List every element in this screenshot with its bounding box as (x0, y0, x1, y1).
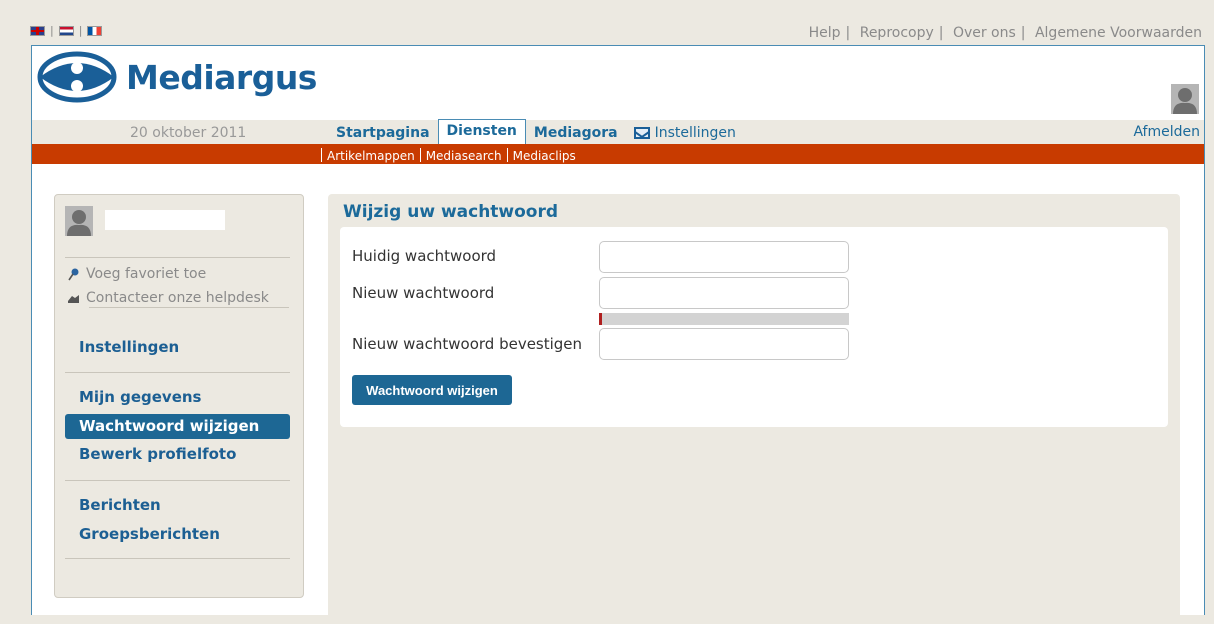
terms-link[interactable]: Algemene Voorwaarden (1035, 25, 1202, 41)
main-nav: 20 oktober 2011 Startpagina Diensten Med… (32, 119, 1204, 144)
user-area (1047, 84, 1199, 114)
sub-nav: Artikelmappen Mediasearch Mediaclips (32, 144, 1204, 164)
confirm-password-label: Nieuw wachtwoord bevestigen (352, 335, 583, 353)
user-name-redacted (1047, 92, 1167, 106)
content-area: Wijzig uw wachtwoord Huidig wachtwoord N… (328, 194, 1180, 624)
french-flag-icon[interactable] (87, 25, 103, 36)
confirm-password-input[interactable] (599, 328, 849, 360)
sidebar-item-groepsberichten[interactable]: Groepsberichten (65, 522, 290, 547)
sidebar-item-bewerk-profielfoto[interactable]: Bewerk profielfoto (65, 442, 290, 467)
sidebar-item-mijn-gegevens[interactable]: Mijn gegevens (65, 385, 290, 410)
help-link[interactable]: Help (809, 25, 841, 41)
current-password-input[interactable] (599, 241, 849, 273)
tab-instellingen[interactable]: Instellingen (626, 122, 744, 144)
tab-instellingen-label: Instellingen (654, 125, 736, 141)
subnav-mediaclips[interactable]: Mediaclips (510, 149, 579, 163)
password-strength-meter (599, 313, 849, 325)
subnav-mediasearch[interactable]: Mediasearch (423, 149, 505, 163)
about-link[interactable]: Over ons (953, 25, 1016, 41)
avatar[interactable] (1171, 84, 1199, 114)
current-password-label: Huidig wachtwoord (352, 247, 497, 265)
tab-startpagina[interactable]: Startpagina (328, 122, 438, 144)
main-shell: Mediargus 20 oktober 2011 Startpagina Di… (31, 45, 1205, 624)
add-favorite-link[interactable]: Voeg favoriet toe (67, 266, 206, 282)
new-password-label: Nieuw wachtwoord (352, 284, 495, 302)
password-strength-fill (599, 313, 602, 325)
brand-name: Mediargus (126, 57, 317, 97)
top-links: Help | Reprocopy | Over ons | Algemene Voor… (808, 25, 1202, 41)
add-favorite-label: Voeg favoriet toe (86, 266, 207, 282)
reprocopy-link[interactable]: Reprocopy (860, 25, 934, 41)
helpdesk-icon (67, 292, 80, 305)
divider (65, 558, 290, 559)
sidebar-item-berichten[interactable]: Berichten (65, 493, 290, 518)
helpdesk-label: Contacteer onze helpdesk (86, 290, 269, 306)
tab-mediagora[interactable]: Mediagora (526, 122, 626, 144)
logout-link[interactable]: Afmelden (1133, 124, 1200, 140)
divider (65, 372, 290, 373)
sidebar-avatar (65, 206, 93, 236)
sidebar-section-instellingen[interactable]: Instellingen (65, 335, 290, 360)
new-password-input[interactable] (599, 277, 849, 309)
mediargus-logo-icon (37, 51, 117, 103)
helpdesk-link[interactable]: Contacteer onze helpdesk (67, 290, 269, 306)
divider (65, 257, 290, 258)
mail-icon (633, 127, 650, 139)
sidebar-user-name-redacted (105, 210, 225, 230)
password-form: Huidig wachtwoord Nieuw wachtwoord Nieuw… (340, 227, 1168, 427)
logo[interactable]: Mediargus (37, 51, 317, 103)
dutch-flag-icon[interactable] (58, 25, 74, 36)
sidebar: Voeg favoriet toe Contacteer onze helpde… (54, 194, 304, 598)
divider (65, 480, 290, 481)
language-selector: | | (30, 24, 103, 37)
divider (89, 307, 289, 308)
english-flag-icon[interactable] (30, 25, 45, 36)
sidebar-item-wachtwoord-wijzigen[interactable]: Wachtwoord wijzigen (65, 414, 290, 439)
subnav-artikelmappen[interactable]: Artikelmappen (324, 149, 418, 163)
tab-diensten[interactable]: Diensten (437, 119, 526, 144)
current-date: 20 oktober 2011 (130, 125, 247, 141)
change-password-button[interactable]: Wachtwoord wijzigen (352, 375, 512, 405)
nav-tabs: Startpagina Diensten Mediagora Instellin… (328, 119, 744, 144)
page-title: Wijzig uw wachtwoord (343, 202, 559, 222)
pushpin-icon (67, 268, 80, 281)
